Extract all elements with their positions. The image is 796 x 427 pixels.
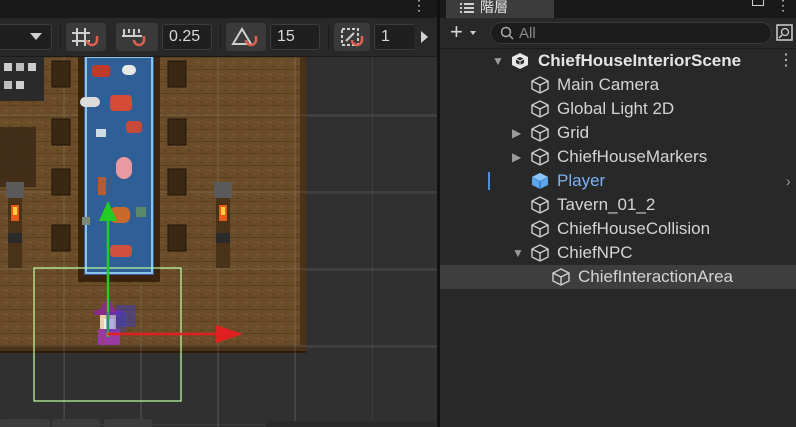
tab-hierarchy[interactable]: 階層 bbox=[446, 0, 554, 18]
rotation-snap-button[interactable] bbox=[226, 23, 266, 51]
prefab-cube-icon bbox=[531, 173, 549, 189]
scene-title-strip: ⋮ bbox=[0, 0, 437, 18]
search-by-type-icon[interactable] bbox=[776, 24, 794, 42]
hierarchy-item-global-light-2d[interactable]: Global Light 2D bbox=[440, 97, 796, 121]
torch-sprite-left bbox=[6, 182, 24, 268]
banquet-table-sprite bbox=[78, 57, 160, 282]
move-xy-plane-handle[interactable] bbox=[106, 312, 126, 332]
hierarchy-item-chief-interaction-area[interactable]: ChiefInteractionArea bbox=[440, 265, 796, 289]
chevron-down-icon bbox=[30, 33, 42, 40]
toolbar-separator bbox=[60, 25, 61, 49]
scene-view[interactable]: ⋮ 0.25 15 1 bbox=[0, 0, 437, 427]
hierarchy-item-label: ChiefHouseCollision bbox=[557, 219, 711, 238]
hierarchy-list-icon bbox=[460, 3, 474, 13]
tab-hierarchy-label: 階層 bbox=[480, 0, 508, 15]
gameobject-cube-icon bbox=[531, 244, 549, 262]
hierarchy-item-label: ChiefInteractionArea bbox=[578, 267, 733, 286]
scale-snap-field[interactable]: 1 bbox=[374, 24, 414, 50]
scale-snap-icon bbox=[341, 28, 364, 47]
hierarchy-item-label: Player bbox=[557, 171, 606, 190]
increment-snap-button[interactable] bbox=[116, 23, 158, 51]
scene-name-label: ChiefHouseInteriorScene bbox=[538, 51, 742, 70]
gameobject-cube-icon bbox=[552, 268, 570, 286]
chevron-down-icon[interactable] bbox=[470, 31, 476, 35]
rotation-snap-field[interactable]: 15 bbox=[270, 24, 320, 50]
search-placeholder: All bbox=[519, 25, 536, 42]
unity-scene-icon bbox=[512, 53, 528, 69]
toolbar-separator bbox=[328, 25, 329, 49]
open-prefab-arrow-icon[interactable]: › bbox=[786, 169, 791, 193]
draw-mode-dropdown[interactable] bbox=[0, 24, 52, 50]
expand-arrow-icon[interactable]: ▼ bbox=[512, 241, 524, 265]
search-icon bbox=[500, 26, 514, 40]
more-options-icon[interactable]: ⋮ bbox=[412, 0, 426, 14]
collapse-arrow-icon[interactable]: ▶ bbox=[512, 145, 521, 169]
hierarchy-item-player[interactable]: Player › bbox=[440, 169, 796, 193]
collapse-arrow-icon[interactable]: ▶ bbox=[512, 121, 521, 145]
maximize-icon[interactable] bbox=[752, 0, 764, 6]
expand-arrow-icon[interactable]: ▼ bbox=[492, 49, 504, 73]
scale-snap-button[interactable] bbox=[334, 23, 370, 51]
hierarchy-item-label: ChiefHouseMarkers bbox=[557, 147, 708, 166]
gameobject-cube-icon bbox=[531, 76, 549, 94]
gameobject-cube-icon bbox=[531, 100, 549, 118]
gameobject-cube-icon bbox=[531, 196, 549, 214]
hierarchy-item-grid[interactable]: ▶ Grid bbox=[440, 121, 796, 145]
hierarchy-item-main-camera[interactable]: Main Camera bbox=[440, 73, 796, 97]
rotation-snap-icon bbox=[231, 27, 258, 47]
prefab-override-marker bbox=[488, 172, 490, 190]
hierarchy-item-tavern[interactable]: Tavern_01_2 bbox=[440, 193, 796, 217]
snap-increment-field[interactable]: 0.25 bbox=[162, 24, 212, 50]
scene-viewport[interactable] bbox=[0, 57, 437, 427]
hierarchy-panel: 階層 ⋮ + All ▼ ChiefHouseInteriorScene ⋮ M… bbox=[440, 0, 796, 427]
hierarchy-item-chief-house-markers[interactable]: ▶ ChiefHouseMarkers bbox=[440, 145, 796, 169]
hierarchy-item-label: Global Light 2D bbox=[557, 99, 675, 118]
gameobject-cube-icon bbox=[531, 220, 549, 238]
scene-toolbar: 0.25 15 1 bbox=[0, 18, 437, 57]
grid-snap-button[interactable] bbox=[66, 23, 106, 51]
hierarchy-toolbar: + All bbox=[440, 18, 796, 49]
toolbar-overflow-arrow-icon[interactable] bbox=[421, 31, 428, 43]
hierarchy-tab-bar: 階層 ⋮ bbox=[440, 0, 796, 18]
scene-canvas[interactable] bbox=[0, 57, 437, 427]
hierarchy-item-label: ChiefNPC bbox=[557, 243, 633, 262]
hierarchy-item-chief-npc[interactable]: ▼ ChiefNPC bbox=[440, 241, 796, 265]
wall-decoration-sprite bbox=[0, 127, 36, 187]
more-options-icon[interactable]: ⋮ bbox=[778, 49, 794, 73]
hierarchy-item-chief-house-collision[interactable]: ChiefHouseCollision bbox=[440, 217, 796, 241]
more-options-icon[interactable]: ⋮ bbox=[776, 0, 790, 14]
torch-sprite-right bbox=[214, 182, 232, 268]
grid-snap-icon bbox=[72, 28, 99, 47]
hierarchy-item-label: Main Camera bbox=[557, 75, 660, 94]
toolbar-separator bbox=[220, 25, 221, 49]
gameobject-cube-icon bbox=[531, 124, 549, 142]
add-object-button[interactable]: + bbox=[450, 20, 463, 44]
shelf-sprite bbox=[0, 57, 44, 101]
hierarchy-item-label: Grid bbox=[557, 123, 590, 142]
scene-root-item[interactable]: ▼ ChiefHouseInteriorScene ⋮ bbox=[440, 49, 796, 73]
increment-snap-icon bbox=[122, 29, 146, 47]
hierarchy-item-label: Tavern_01_2 bbox=[557, 195, 656, 214]
hierarchy-search-input[interactable]: All bbox=[490, 22, 772, 44]
gameobject-cube-icon bbox=[531, 148, 549, 166]
